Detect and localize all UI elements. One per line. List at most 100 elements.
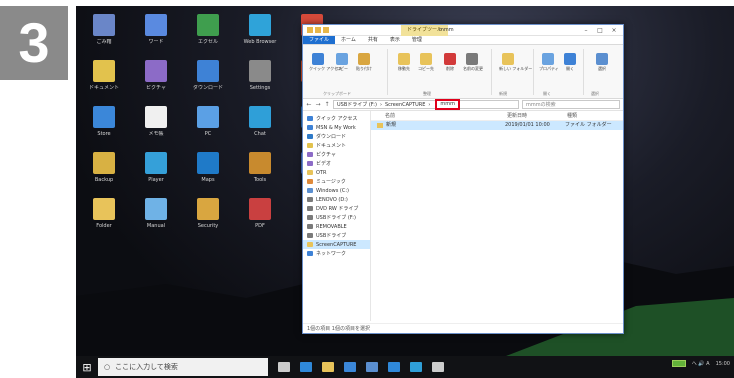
taskbar-search-box[interactable]: ○ ここに入力して検索: [98, 358, 268, 376]
nav-item[interactable]: Windows (C:): [303, 186, 370, 195]
desktop-icon[interactable]: ワード: [128, 14, 184, 45]
back-arrow-icon[interactable]: ←: [306, 101, 312, 108]
app-icon: [93, 152, 115, 174]
mail-icon[interactable]: [366, 362, 378, 372]
ribbon-button[interactable]: クイック アクセス: [309, 53, 342, 71]
player-icon[interactable]: [410, 362, 422, 372]
nav-item-icon: [307, 242, 313, 247]
quick-access-toolbar[interactable]: [307, 27, 347, 33]
column-type[interactable]: 種類: [567, 111, 617, 120]
tab-file[interactable]: ファイル: [303, 36, 336, 44]
breadcrumb-usb-drive[interactable]: USBドライブ (F:): [337, 101, 377, 108]
nav-item[interactable]: USBドライブ: [303, 231, 370, 240]
people-icon[interactable]: [432, 362, 444, 372]
title-bar[interactable]: ドライブツール mmm – □ ×: [303, 25, 623, 36]
close-button[interactable]: ×: [607, 25, 621, 36]
breadcrumb-current-folder-highlighted[interactable]: mmm: [435, 99, 461, 110]
ribbon-button[interactable]: プロパティ: [539, 53, 559, 71]
status-bar: 1個の項目 1個の項目を選択: [303, 323, 623, 333]
battery-icon[interactable]: [671, 360, 686, 367]
desktop-icon[interactable]: ダウンロード: [180, 60, 236, 91]
nav-item[interactable]: ScreenCAPTURE: [303, 240, 370, 249]
tab-view[interactable]: 表示: [384, 36, 406, 44]
store-icon[interactable]: [344, 362, 356, 372]
up-arrow-icon[interactable]: ↑: [324, 101, 330, 108]
nav-item-icon: [307, 215, 313, 220]
nav-item[interactable]: クイック アクセス: [303, 114, 370, 123]
nav-item-label: ビデオ: [316, 161, 332, 167]
desktop-icon[interactable]: Folder: [76, 198, 132, 229]
app-icon: [197, 106, 219, 128]
nav-item[interactable]: ネットワーク: [303, 249, 370, 258]
desktop-icon[interactable]: Chat: [232, 106, 288, 137]
search-input[interactable]: mmmの検索: [522, 100, 620, 109]
nav-item[interactable]: ミュージック: [303, 177, 370, 186]
windows-start-icon[interactable]: ⊞: [76, 361, 98, 374]
nav-item-icon: [307, 143, 313, 148]
nav-item[interactable]: DVD RW ドライブ: [303, 204, 370, 213]
nav-item[interactable]: ピクチャ: [303, 150, 370, 159]
desktop-icon[interactable]: Tools: [232, 152, 288, 183]
folder-icon: [377, 123, 383, 128]
maximize-button[interactable]: □: [593, 25, 607, 36]
desktop-icon[interactable]: メモ帳: [128, 106, 184, 137]
list-item[interactable]: 新規 2019/01/01 10:00 ファイル フォルダー: [371, 121, 623, 130]
desktop-icon[interactable]: Manual: [128, 198, 184, 229]
ribbon-button[interactable]: 名前の変更: [463, 53, 483, 71]
nav-item[interactable]: REMOVABLE: [303, 222, 370, 231]
desktop-icon[interactable]: Store: [76, 106, 132, 137]
nav-item-icon: [307, 170, 313, 175]
ribbon-button[interactable]: 選択: [593, 53, 611, 71]
tab-home[interactable]: ホーム: [335, 36, 362, 44]
desktop-icon[interactable]: Security: [180, 198, 236, 229]
column-name[interactable]: 名前: [385, 111, 507, 120]
desktop-icon[interactable]: Player: [128, 152, 184, 183]
clock[interactable]: 15:00: [716, 361, 730, 367]
ribbon-button[interactable]: 貼り付け: [355, 53, 373, 71]
ribbon-button-icon: [542, 53, 554, 65]
ribbon-button[interactable]: 開く: [561, 53, 579, 71]
nav-item[interactable]: OTR: [303, 168, 370, 177]
nav-item[interactable]: MSN & My Work: [303, 123, 370, 132]
column-date[interactable]: 更新日時: [507, 111, 567, 120]
nav-item-label: DVD RW ドライブ: [316, 206, 359, 212]
nav-item[interactable]: ドキュメント: [303, 141, 370, 150]
task-view-icon[interactable]: [278, 362, 290, 372]
nav-item-label: USBドライブ (F:): [316, 215, 356, 221]
minimize-button[interactable]: –: [579, 25, 593, 36]
desktop-icon[interactable]: Settings: [232, 60, 288, 91]
ribbon-button[interactable]: コピー先: [417, 53, 435, 71]
nav-item[interactable]: ダウンロード: [303, 132, 370, 141]
ribbon-button[interactable]: 新しい フォルダー: [499, 53, 532, 71]
nav-item-icon: [307, 134, 313, 139]
nav-item[interactable]: USBドライブ (F:): [303, 213, 370, 222]
desktop-icon[interactable]: ごみ箱: [76, 14, 132, 45]
tab-manage[interactable]: 管理: [406, 36, 428, 44]
ribbon-button-label: 貼り付け: [356, 66, 372, 71]
ribbon-button[interactable]: 削除: [441, 53, 459, 71]
file-explorer-window[interactable]: ドライブツール mmm – □ × ファイル ホーム 共有 表示 管理 クイック…: [302, 24, 624, 334]
tab-share[interactable]: 共有: [362, 36, 384, 44]
ribbon-button[interactable]: コピー: [333, 53, 351, 71]
desktop-icon[interactable]: ピクチャ: [128, 60, 184, 91]
tray-icons[interactable]: へ 🔊 A: [692, 360, 710, 367]
forward-arrow-icon[interactable]: →: [315, 101, 321, 108]
nav-item-icon: [307, 233, 313, 238]
desktop-icon[interactable]: Backup: [76, 152, 132, 183]
desktop-icon[interactable]: PDF: [232, 198, 288, 229]
photos-icon[interactable]: [388, 362, 400, 372]
desktop-icon[interactable]: エクセル: [180, 14, 236, 45]
nav-item[interactable]: ビデオ: [303, 159, 370, 168]
desktop-icon[interactable]: Web Browser: [232, 14, 288, 45]
desktop-icon[interactable]: PC: [180, 106, 236, 137]
edge-icon[interactable]: [300, 362, 312, 372]
explorer-icon[interactable]: [322, 362, 334, 372]
address-bar[interactable]: USBドライブ (F:) › ScreenCAPTURE › mmm: [333, 99, 519, 110]
ribbon-button[interactable]: 移動先: [395, 53, 413, 71]
breadcrumb-screencapture[interactable]: ScreenCAPTURE: [385, 102, 425, 108]
nav-item[interactable]: LENOVO (D:): [303, 195, 370, 204]
ribbon-group-label: 開く: [543, 91, 551, 96]
file-list: 名前 更新日時 種類 新規 2019/01/01 10:00 ファイル フォルダ…: [371, 111, 623, 321]
desktop-icon[interactable]: ドキュメント: [76, 60, 132, 91]
desktop-icon[interactable]: Maps: [180, 152, 236, 183]
